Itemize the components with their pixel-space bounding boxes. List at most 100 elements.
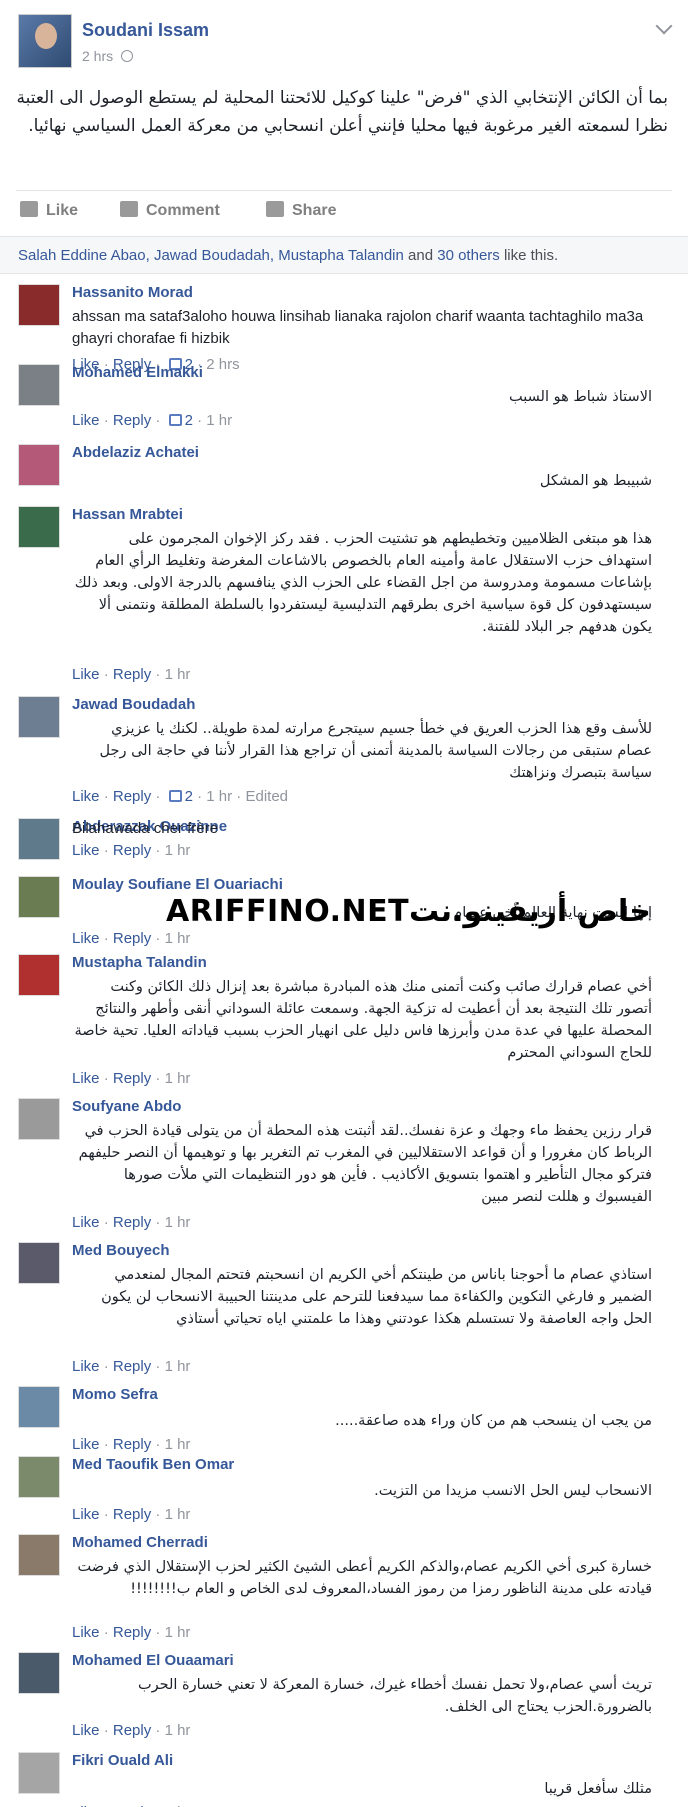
commenter-avatar[interactable]	[18, 364, 60, 406]
globe-icon	[121, 50, 134, 62]
comment-like-link[interactable]: Like	[72, 1358, 100, 1375]
author-avatar[interactable]	[18, 14, 72, 68]
comment-time[interactable]: 1 hr	[165, 1722, 191, 1739]
comment-reply-link[interactable]: Reply	[113, 1506, 151, 1523]
edited-label[interactable]: Edited	[245, 788, 288, 805]
comment-like-link[interactable]: Like	[72, 1214, 100, 1231]
commenter-avatar[interactable]	[18, 284, 60, 326]
comment-like-link[interactable]: Like	[72, 666, 100, 683]
commenter-name[interactable]: Mohamed El Ouaamari	[72, 1652, 234, 1669]
comment-like-link[interactable]: Like	[72, 1070, 100, 1087]
chevron-down-icon[interactable]	[655, 17, 673, 35]
comment-text: Bilahawada cher frère	[72, 820, 218, 837]
comment-time[interactable]: 1 hr	[165, 842, 191, 859]
share-button[interactable]: Share	[266, 201, 336, 220]
comment-like-link[interactable]: Like	[72, 1624, 100, 1641]
commenter-name[interactable]: Mohamed Cherradi	[72, 1534, 208, 1551]
comment-meta: Like · Reply · 1 hr	[72, 1214, 191, 1231]
comment-time[interactable]: 1 hr	[206, 788, 232, 805]
comment-meta: Like · Reply · 1 hr	[72, 1624, 191, 1641]
commenter-avatar[interactable]	[18, 696, 60, 738]
commenter-name[interactable]: Abdelaziz Achatei	[72, 444, 199, 461]
like-button[interactable]: Like	[20, 201, 78, 220]
comment-button[interactable]: Comment	[120, 201, 220, 220]
comment-like-link[interactable]: Like	[72, 1722, 100, 1739]
commenter-name[interactable]: Moulay Soufiane El Ouariachi	[72, 876, 283, 893]
commenter-avatar[interactable]	[18, 1534, 60, 1576]
commenter-avatar[interactable]	[18, 1386, 60, 1428]
commenter-avatar[interactable]	[18, 876, 60, 918]
comment-reply-link[interactable]: Reply	[113, 412, 151, 429]
post-text: بما أن الكائن الإنتخابي الذي "فرض" علينا…	[16, 88, 668, 136]
comment-like-count[interactable]: 2	[185, 788, 193, 805]
commenter-avatar[interactable]	[18, 818, 60, 860]
comment-meta: Like · Reply · 1 hr	[72, 666, 191, 683]
comment-reply-link[interactable]: Reply	[113, 1722, 151, 1739]
commenter-name[interactable]: Hassanito Morad	[72, 284, 193, 301]
comment-text: قرار رزين يحفظ ماء وجهك و عزة نفسك..لقد …	[78, 1123, 652, 1205]
comment-time[interactable]: 1 hr	[165, 1506, 191, 1523]
comment-like-count[interactable]: 2	[185, 412, 193, 429]
likers-names[interactable]: Salah Eddine Abao, Jawad Boudadah, Musta…	[18, 247, 404, 264]
comment-meta: Like · Reply · 1 hr	[72, 1506, 191, 1523]
comment-time[interactable]: 2 hrs	[206, 356, 239, 373]
likes-and: and	[403, 247, 438, 264]
commenter-name[interactable]: Soufyane Abdo	[72, 1098, 181, 1115]
comment-time[interactable]: 1 hr	[165, 930, 191, 947]
commenter-name[interactable]: Momo Sefra	[72, 1386, 158, 1403]
comment-time[interactable]: 1 hr	[165, 1624, 191, 1641]
comment-time[interactable]: 1 hr	[165, 1358, 191, 1375]
comment-text: استاذي عصام ما أحوجنا باناس من طينتكم أخ…	[101, 1267, 652, 1327]
commenter-avatar[interactable]	[18, 1456, 60, 1498]
comment-reply-link[interactable]: Reply	[113, 666, 151, 683]
likes-suffix: like this.	[499, 247, 559, 264]
comment-like-link[interactable]: Like	[72, 842, 100, 859]
commenter-name[interactable]: Hassan Mrabtei	[72, 506, 183, 523]
comment-time[interactable]: 1 hr	[165, 1070, 191, 1087]
comment-text: أخي عصام قرارك صائب وكنت أتمنى منك هذه ا…	[74, 979, 652, 1061]
commenter-name[interactable]: Jawad Boudadah	[72, 696, 195, 713]
commenter-name[interactable]: Mohamed Elmakki	[72, 364, 203, 381]
comment-meta: Like · Reply · 1 hr	[72, 842, 191, 859]
comment-meta: Like · Reply · 2 · 1 hr · Edited	[72, 788, 289, 805]
commenter-avatar[interactable]	[18, 444, 60, 486]
comment-reply-link[interactable]: Reply	[113, 788, 151, 805]
like-label: Like	[46, 202, 79, 219]
comment-reply-link[interactable]: Reply	[113, 1214, 151, 1231]
others-link[interactable]: 30 others	[437, 247, 500, 264]
comment-like-link[interactable]: Like	[72, 412, 100, 429]
commenter-avatar[interactable]	[18, 954, 60, 996]
comment-reply-link[interactable]: Reply	[113, 1358, 151, 1375]
comment-text: الاستاذ شباط هو السبب	[508, 389, 652, 405]
watermark: ARIFFINO.NETخاص أريفينو.نت	[166, 894, 651, 929]
commenter-avatar[interactable]	[18, 1752, 60, 1794]
commenter-avatar[interactable]	[18, 1242, 60, 1284]
thumb-up-icon	[20, 201, 38, 217]
comment-meta: Like · Reply · 1 hr	[72, 1436, 191, 1453]
comment-like-link[interactable]: Like	[72, 788, 100, 805]
comment-like-link[interactable]: Like	[72, 1436, 100, 1453]
comment-time[interactable]: 1 hr	[206, 412, 232, 429]
author-name[interactable]: Soudani Issam	[82, 20, 209, 41]
comment-meta: Like · Reply · 1 hr	[72, 1358, 191, 1375]
commenter-avatar[interactable]	[18, 1098, 60, 1140]
comment-time[interactable]: 1 hr	[165, 666, 191, 683]
comment-reply-link[interactable]: Reply	[113, 1436, 151, 1453]
commenter-name[interactable]: Mustapha Talandin	[72, 954, 207, 971]
comment-reply-link[interactable]: Reply	[113, 1070, 151, 1087]
comment-like-link[interactable]: Like	[72, 930, 100, 947]
post-time[interactable]: 2 hrs	[82, 48, 113, 64]
comment-time[interactable]: 1 hr	[165, 1436, 191, 1453]
comment-reply-link[interactable]: Reply	[113, 930, 151, 947]
thumb-up-icon	[168, 414, 182, 426]
commenter-name[interactable]: Med Taoufik Ben Omar	[72, 1456, 234, 1473]
comment-reply-link[interactable]: Reply	[113, 842, 151, 859]
comment-time[interactable]: 1 hr	[165, 1214, 191, 1231]
commenter-avatar[interactable]	[18, 506, 60, 548]
commenter-name[interactable]: Fikri Ouald Ali	[72, 1752, 173, 1769]
comment-like-link[interactable]: Like	[72, 1506, 100, 1523]
commenter-avatar[interactable]	[18, 1652, 60, 1694]
comment-reply-link[interactable]: Reply	[113, 1624, 151, 1641]
commenter-name[interactable]: Med Bouyech	[72, 1242, 170, 1259]
comment-meta: Like · Reply · 1 hr	[72, 1722, 191, 1739]
